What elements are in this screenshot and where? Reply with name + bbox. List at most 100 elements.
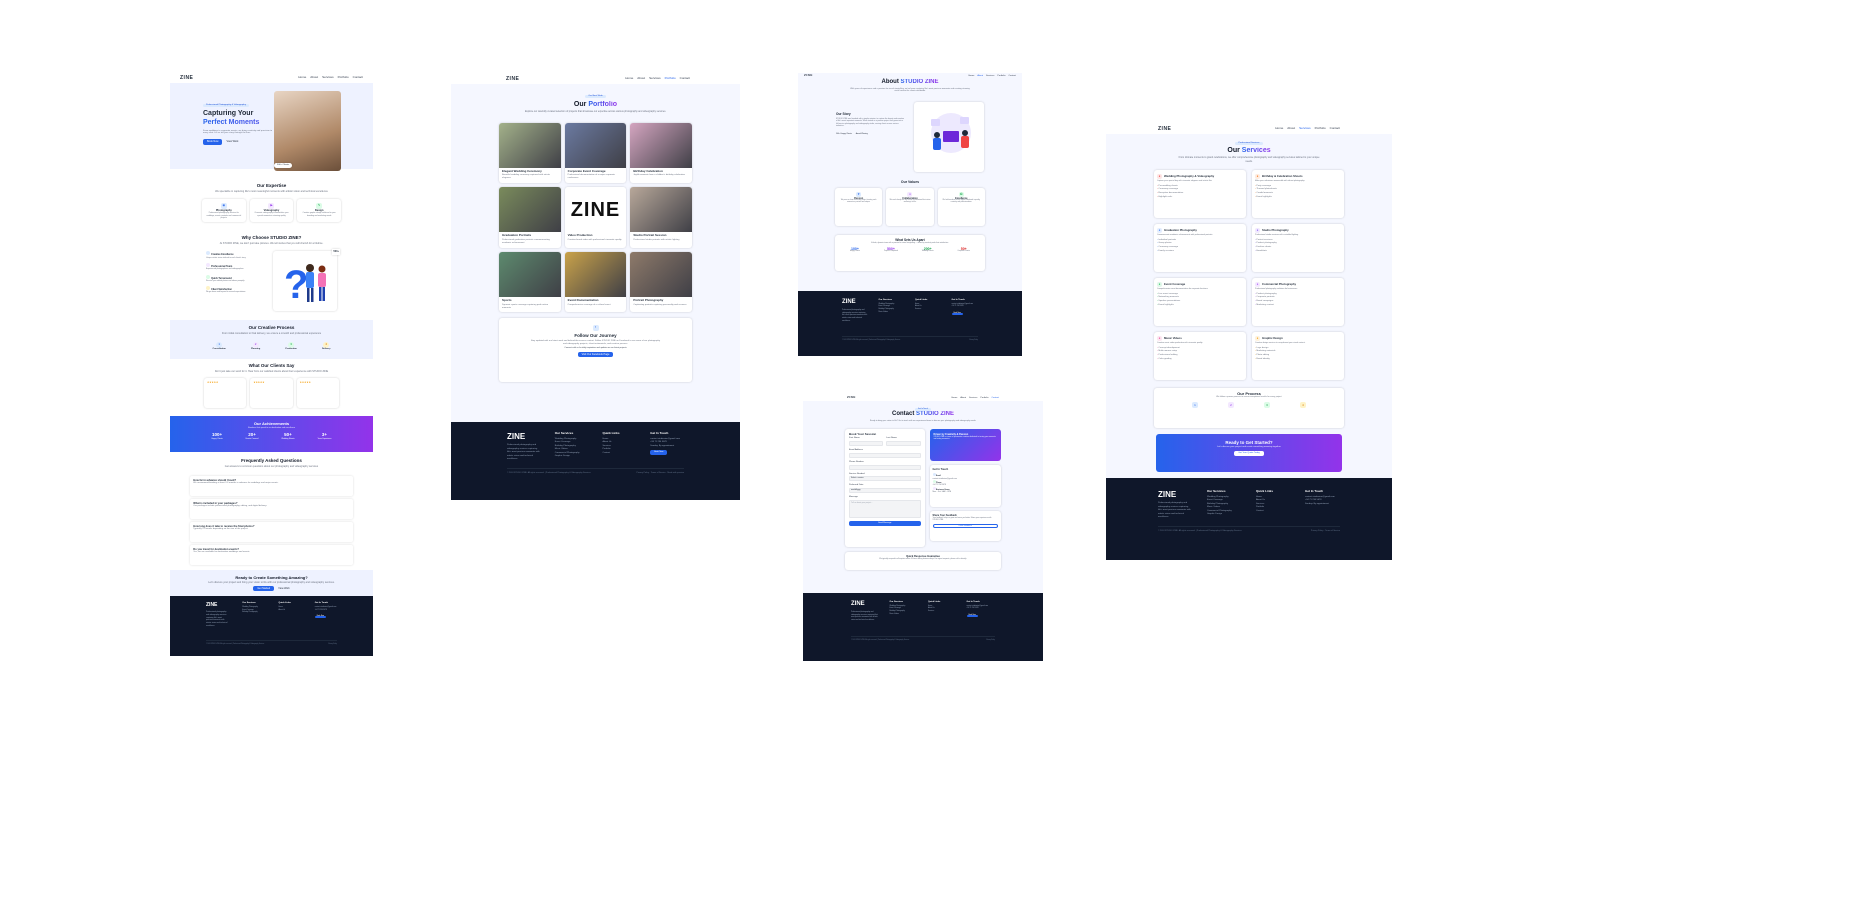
why-sub: At STUDIO ZINE, we don't just take pictu… xyxy=(219,242,324,246)
nav-home[interactable]: Home xyxy=(625,76,633,81)
nav-services[interactable]: Services xyxy=(322,75,334,80)
portfolio-card[interactable]: Graduation Portraits Professional graduat… xyxy=(499,187,561,248)
bullet-text: Event highlights xyxy=(1256,195,1272,198)
footer-link[interactable]: About Us xyxy=(279,610,301,613)
portfolio-card[interactable]: Birthday Celebration Joyful moments from … xyxy=(630,122,692,184)
footer-link[interactable]: Contact xyxy=(1256,510,1291,514)
terms-link[interactable]: Terms of Service xyxy=(651,472,666,474)
portfolio-photo xyxy=(630,122,692,168)
footer-logo: ZINE xyxy=(842,299,856,305)
nav-services[interactable]: Services xyxy=(986,75,994,78)
date-field[interactable]: mm/dd/yyyy xyxy=(849,488,921,494)
portfolio-card[interactable]: Sports Dynamic sports coverage capturing … xyxy=(499,251,561,313)
cta-desc: Let's discuss your project and create so… xyxy=(1217,445,1281,448)
nav-contact[interactable]: Contact xyxy=(1330,126,1340,131)
stars-icon: ★★★★★ xyxy=(207,381,219,385)
feedback-desc: Your feedback helps us grow and serve yo… xyxy=(932,517,992,522)
nav-about[interactable]: About xyxy=(1287,126,1295,131)
footer-book-button[interactable]: Book Now xyxy=(951,312,963,316)
message-field[interactable]: Tell us about your project... xyxy=(849,500,921,519)
last-name-field[interactable] xyxy=(886,440,921,446)
nav-portfolio[interactable]: Portfolio xyxy=(338,75,349,80)
send-message-button[interactable]: Send Message xyxy=(849,521,921,526)
nav-home[interactable]: Home xyxy=(298,75,306,80)
service-card[interactable]: ● Event Coverage Comprehensive event docum… xyxy=(1154,277,1246,326)
nav-logo[interactable]: ZINE xyxy=(180,75,193,82)
service-card[interactable]: ● Wedding Photography & Videography Captur… xyxy=(1154,169,1246,218)
footer-link[interactable]: Contact xyxy=(603,452,637,456)
nav-portfolio[interactable]: Portfolio xyxy=(997,75,1005,78)
process-step: 1 Consultation xyxy=(212,341,226,350)
nav-contact[interactable]: Contact xyxy=(353,75,363,80)
nav-home[interactable]: Home xyxy=(1275,126,1283,131)
service-title: Music Videos xyxy=(1164,335,1182,340)
nav-contact[interactable]: Contact xyxy=(991,397,999,400)
privacy-link[interactable]: Privacy Policy xyxy=(637,472,649,474)
nav-services[interactable]: Services xyxy=(649,76,661,81)
portfolio-card[interactable]: ZINE Video Production Creative brand video… xyxy=(564,187,627,248)
footer-link[interactable]: Services xyxy=(915,309,942,312)
nav-logo[interactable]: ZINE xyxy=(804,73,813,78)
nav-contact[interactable]: Contact xyxy=(680,76,690,81)
bullet-text: Event highlights xyxy=(1158,303,1174,306)
privacy-link[interactable]: Privacy Policy xyxy=(1311,530,1323,532)
portfolio-card[interactable]: Studio Portrait Session Professional stud… xyxy=(630,187,692,248)
privacy-link[interactable]: Privacy Policy xyxy=(969,340,978,342)
cta-view-button[interactable]: View Work xyxy=(278,587,289,590)
cta-start-button[interactable]: Get Started xyxy=(253,586,275,592)
service-card[interactable]: ● Graduation Photography Commemorate acade… xyxy=(1154,223,1246,272)
nav-home[interactable]: Home xyxy=(951,397,957,400)
privacy-link[interactable]: Privacy Policy xyxy=(986,640,995,642)
service-select[interactable]: Select a service xyxy=(849,476,921,482)
services-sub: From intimate moments to grand celebrati… xyxy=(1178,156,1320,163)
nav-home[interactable]: Home xyxy=(968,75,974,78)
service-card[interactable]: ● Commercial Photography Professional phot… xyxy=(1252,277,1344,326)
phone-field[interactable] xyxy=(849,464,921,470)
portfolio-card[interactable]: Portrait Photography Captivating portrait… xyxy=(630,251,692,313)
nav-about[interactable]: About xyxy=(310,75,318,80)
hero-view-button[interactable]: View Work xyxy=(227,140,239,143)
nav-logo[interactable]: ZINE xyxy=(1158,126,1171,133)
service-icon: ● xyxy=(1157,335,1162,342)
email-field[interactable] xyxy=(849,452,921,458)
hero-book-button[interactable]: Book Now xyxy=(203,139,223,145)
portfolio-card[interactable]: Corporate Event Coverage Professional doc… xyxy=(564,122,627,184)
nav-portfolio[interactable]: Portfolio xyxy=(665,76,676,81)
service-card[interactable]: ● Studio Photography Professional studio s… xyxy=(1252,223,1344,272)
services-page: ZINE Home About Services Portfolio Conta… xyxy=(1106,124,1392,560)
nav-portfolio[interactable]: Portfolio xyxy=(1315,126,1326,131)
nav-about[interactable]: About xyxy=(960,397,966,400)
faq-item[interactable]: Do you travel for destination events? Yes… xyxy=(190,544,353,565)
service-card[interactable]: ● Music Videos Creative music video produc… xyxy=(1154,331,1246,380)
nav-portfolio[interactable]: Portfolio xyxy=(980,397,988,400)
nav-contact[interactable]: Contact xyxy=(1008,75,1016,78)
nav-services[interactable]: Services xyxy=(969,397,977,400)
facebook-button[interactable]: Visit Our Facebook Page xyxy=(577,351,614,357)
footer-link[interactable]: Services xyxy=(928,611,957,614)
faq-item[interactable]: How long does it take to receive the fin… xyxy=(190,521,353,542)
service-title: Wedding Photography & Videography xyxy=(1164,173,1215,178)
nav-services[interactable]: Services xyxy=(1299,126,1311,131)
nav-logo[interactable]: ZINE xyxy=(506,76,519,83)
privacy-link[interactable]: Privacy Policy xyxy=(328,644,337,646)
faq-item[interactable]: What is included in your packages? Our pa… xyxy=(190,498,353,519)
footer-book-button[interactable]: Book Now xyxy=(650,450,668,456)
service-icon: ● xyxy=(1157,281,1162,288)
faq-item[interactable]: How far in advance should I book? We reco… xyxy=(190,475,353,496)
why-item: Quick Turnaround Receive your edited phot… xyxy=(206,274,245,282)
bullet-text: Individual portraits xyxy=(1158,238,1177,241)
first-name-field[interactable] xyxy=(849,440,884,446)
feedback-button[interactable]: Leave Feedback xyxy=(932,523,998,528)
footer-book-button[interactable]: Book Now xyxy=(966,614,978,618)
nav-about[interactable]: About xyxy=(977,75,983,78)
portfolio-card[interactable]: Event Documentation Comprehensive coverag… xyxy=(564,251,627,313)
footer-book-button[interactable]: Book Now xyxy=(314,616,327,619)
nav-logo[interactable]: ZINE xyxy=(847,395,856,400)
portfolio-desc: Professional studio portraits with artis… xyxy=(633,239,680,242)
quote-button[interactable]: Get Your Quote Today xyxy=(1234,451,1264,457)
portfolio-card[interactable]: Elegant Wedding Ceremony Beautiful weddin… xyxy=(499,122,561,184)
terms-link[interactable]: Terms of Service xyxy=(1325,530,1340,532)
service-card[interactable]: ● Graphic Design Creative design services … xyxy=(1252,331,1344,380)
service-card[interactable]: ● Birthday & Celebration Shoots Make your … xyxy=(1252,169,1344,218)
nav-about[interactable]: About xyxy=(637,76,645,81)
